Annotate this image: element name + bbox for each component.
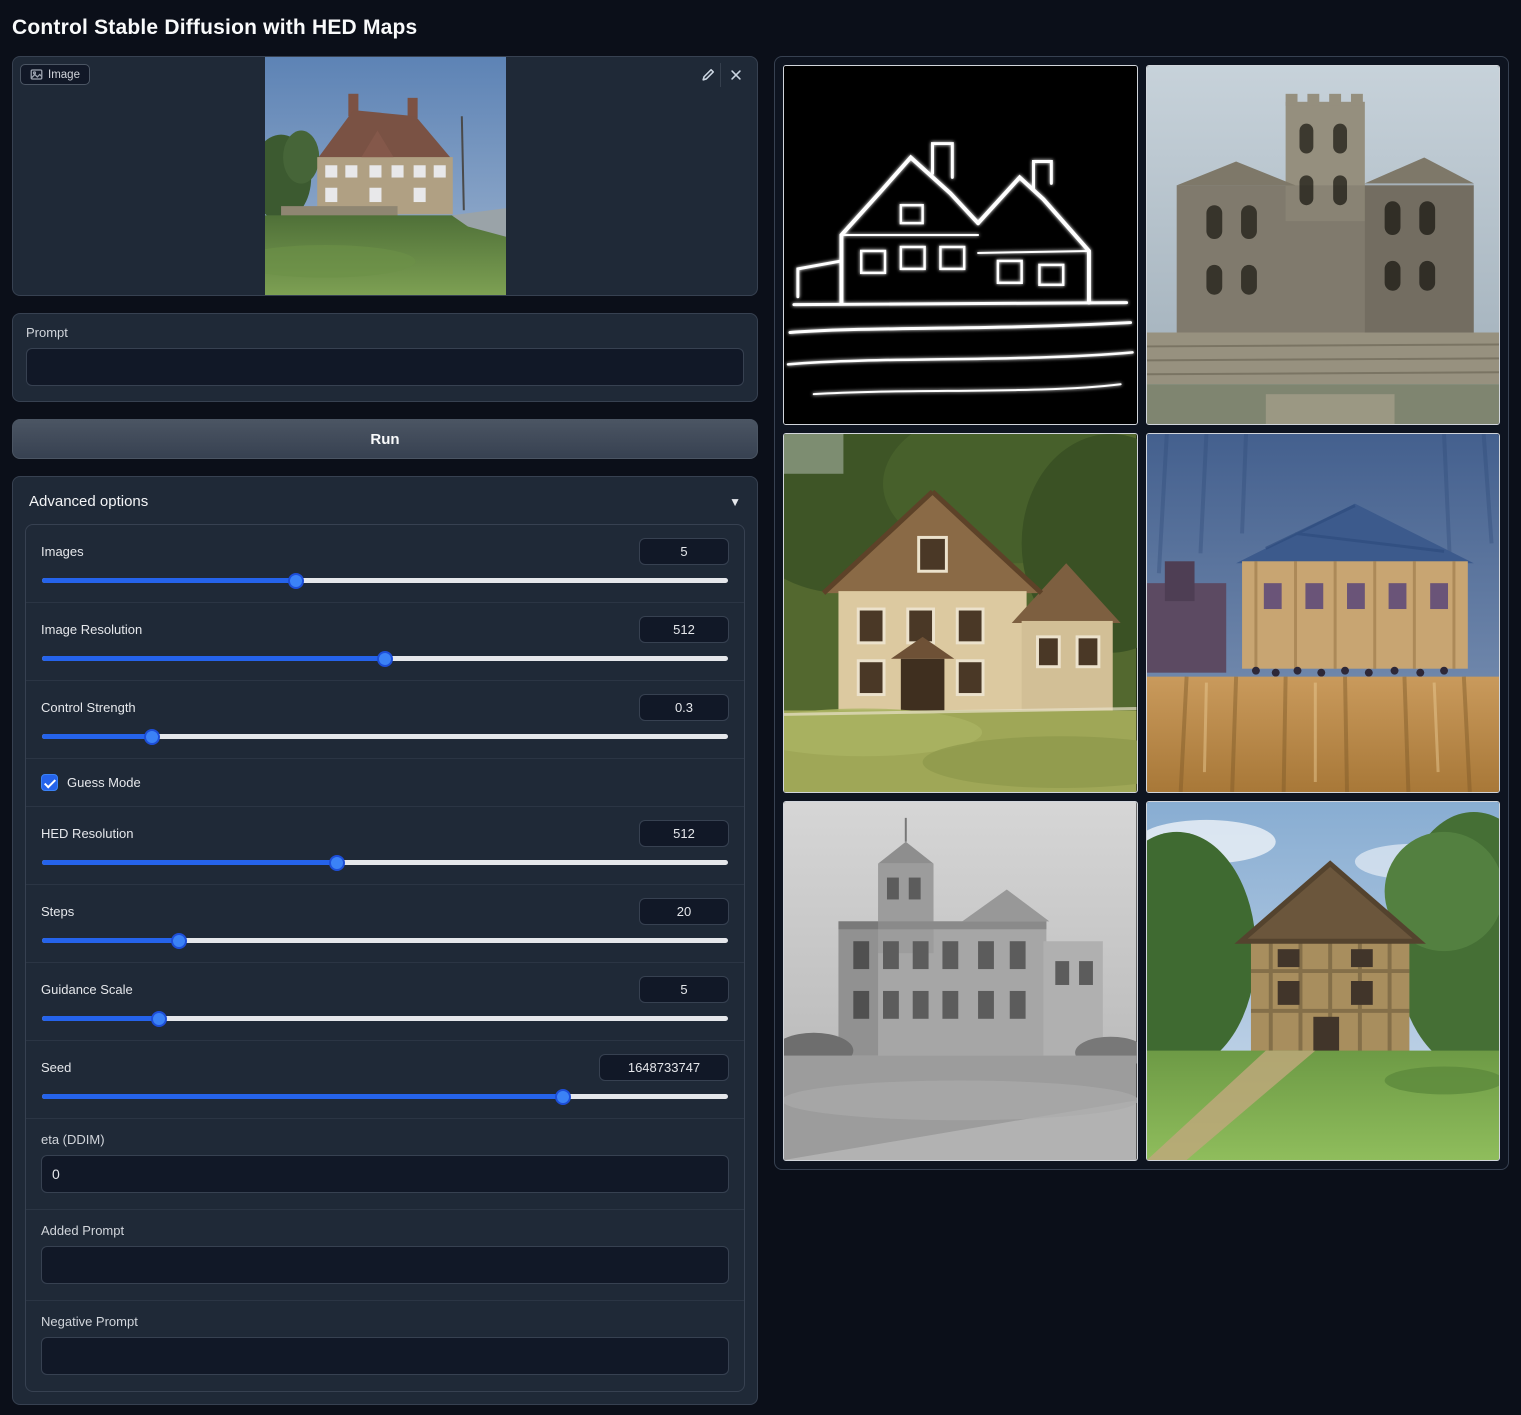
slider-image-resolution-track[interactable] (42, 656, 728, 661)
slider-hed-resolution: HED Resolution (26, 807, 744, 885)
gallery-item-stone-castle[interactable] (1146, 65, 1501, 425)
gallery-item-hed-edge-map[interactable] (783, 65, 1138, 425)
slider-seed-label: Seed (41, 1060, 71, 1075)
victorian-house-painting-image (784, 434, 1137, 792)
guess-mode-checkbox[interactable] (41, 774, 58, 791)
page: Control Stable Diffusion with HED Maps I… (0, 0, 1521, 1415)
chevron-down-icon: ▼ (729, 495, 741, 509)
gallery-item-victorian-house-painting[interactable] (783, 433, 1138, 793)
slider-control-strength-value[interactable] (639, 694, 729, 721)
stone-castle-image (1147, 66, 1500, 424)
slider-seed: Seed (26, 1041, 744, 1119)
negative-prompt-input[interactable] (41, 1337, 729, 1375)
image-component-label: Image (48, 69, 80, 81)
advanced-options-header[interactable]: Advanced options ▼ (25, 487, 745, 514)
eta-label: eta (DDIM) (41, 1132, 729, 1147)
clear-image-button[interactable] (723, 63, 749, 87)
slider-steps-track[interactable] (42, 938, 728, 943)
page-title: Control Stable Diffusion with HED Maps (12, 16, 1509, 40)
slider-guidance-scale-track[interactable] (42, 1016, 728, 1021)
slider-guidance-scale: Guidance Scale (26, 963, 744, 1041)
guess-mode-checkbox-row[interactable]: Guess Mode (26, 759, 744, 807)
prompt-block: Prompt (12, 313, 758, 402)
advanced-options-title: Advanced options (29, 493, 148, 510)
prompt-input[interactable] (26, 348, 744, 386)
run-button[interactable]: Run (12, 419, 758, 459)
slider-guidance-scale-value[interactable] (639, 976, 729, 1003)
close-icon (729, 68, 743, 82)
slider-image-resolution-value[interactable] (639, 616, 729, 643)
results-column (774, 56, 1509, 1170)
pencil-icon (701, 68, 715, 82)
timber-house-lawn-image (1147, 802, 1500, 1160)
image-icon (30, 68, 43, 81)
eta-field: eta (DDIM) (26, 1119, 744, 1210)
negative-prompt-field: Negative Prompt (26, 1301, 744, 1391)
gallery-item-bw-gothic-building[interactable] (783, 801, 1138, 1161)
controls-column: Image (12, 56, 758, 1405)
advanced-options-block: Advanced options ▼ Images (12, 476, 758, 1405)
gallery-grid (783, 65, 1500, 1161)
slider-images-value[interactable] (639, 538, 729, 565)
slider-seed-handle[interactable] (555, 1089, 571, 1105)
slider-control-strength-label: Control Strength (41, 700, 136, 715)
image-upload-block[interactable]: Image (12, 56, 758, 296)
prompt-label: Prompt (26, 325, 744, 340)
slider-images: Images (26, 525, 744, 603)
added-prompt-field: Added Prompt (26, 1210, 744, 1301)
slider-steps-handle[interactable] (171, 933, 187, 949)
slider-control-strength: Control Strength (26, 681, 744, 759)
main-columns: Image (12, 56, 1509, 1405)
added-prompt-input[interactable] (41, 1246, 729, 1284)
negative-prompt-label: Negative Prompt (41, 1314, 729, 1329)
uploaded-house-photo[interactable] (265, 57, 506, 295)
slider-steps: Steps (26, 885, 744, 963)
hed-edge-map-image (784, 66, 1137, 424)
slider-control-strength-handle[interactable] (144, 729, 160, 745)
slider-image-resolution-handle[interactable] (377, 651, 393, 667)
slider-images-track[interactable] (42, 578, 728, 583)
painterly-building-rain-image (1147, 434, 1500, 792)
slider-hed-resolution-value[interactable] (639, 820, 729, 847)
added-prompt-label: Added Prompt (41, 1223, 729, 1238)
slider-seed-track[interactable] (42, 1094, 728, 1099)
eta-input[interactable] (41, 1155, 729, 1193)
slider-hed-resolution-handle[interactable] (329, 855, 345, 871)
gallery-item-timber-house-lawn[interactable] (1146, 801, 1501, 1161)
slider-images-label: Images (41, 544, 84, 559)
output-gallery (774, 56, 1509, 1170)
slider-steps-label: Steps (41, 904, 74, 919)
guess-mode-label: Guess Mode (67, 775, 141, 790)
house-photo-image (265, 57, 506, 295)
slider-hed-resolution-track[interactable] (42, 860, 728, 865)
image-toolbar (695, 63, 749, 87)
slider-control-strength-track[interactable] (42, 734, 728, 739)
slider-seed-value[interactable] (599, 1054, 729, 1081)
image-component-chip[interactable]: Image (20, 64, 90, 85)
slider-steps-value[interactable] (639, 898, 729, 925)
advanced-options-body: Images Image Resolution (25, 524, 745, 1392)
slider-guidance-scale-label: Guidance Scale (41, 982, 133, 997)
bw-gothic-building-image (784, 802, 1137, 1160)
edit-image-button[interactable] (695, 63, 721, 87)
slider-image-resolution: Image Resolution (26, 603, 744, 681)
slider-guidance-scale-handle[interactable] (151, 1011, 167, 1027)
slider-hed-resolution-label: HED Resolution (41, 826, 134, 841)
gallery-item-painterly-building-rain[interactable] (1146, 433, 1501, 793)
slider-images-handle[interactable] (288, 573, 304, 589)
slider-image-resolution-label: Image Resolution (41, 622, 142, 637)
